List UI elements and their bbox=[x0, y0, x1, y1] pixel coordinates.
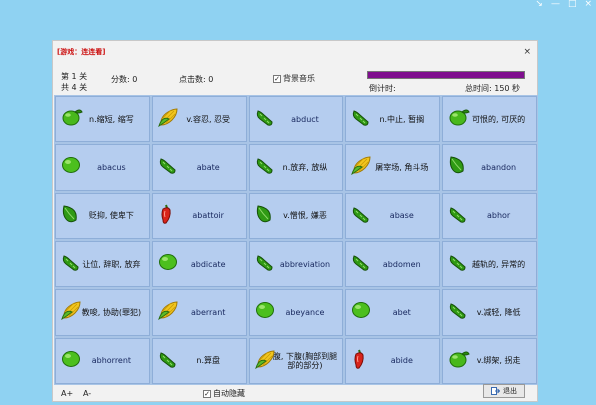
current-level: 第 1 关 bbox=[61, 72, 88, 81]
auto-hide-checkbox[interactable]: ✓ bbox=[203, 389, 211, 398]
board-tile[interactable]: 贬抑, 使卑下 bbox=[55, 192, 150, 239]
pepper-icon bbox=[158, 203, 174, 229]
board-tile[interactable]: abhor bbox=[442, 192, 537, 239]
bottom-bar: A+ A- ✓ 自动隐藏 退出 bbox=[53, 384, 537, 403]
board-tile[interactable]: 腹, 下腹(胸部到腿部的部分) bbox=[248, 337, 344, 384]
board-tile[interactable]: abacus bbox=[55, 144, 150, 191]
close-icon[interactable]: × bbox=[523, 47, 531, 57]
lime-leaf-icon bbox=[61, 108, 83, 130]
board-tile[interactable]: abet bbox=[345, 289, 441, 336]
corn-icon bbox=[157, 107, 180, 131]
board-tile[interactable]: n.缩短, 缩写 bbox=[55, 96, 150, 143]
lime-leaf-icon bbox=[448, 350, 470, 372]
background-music-toggle[interactable]: ✓ 背景音乐 bbox=[273, 73, 315, 84]
cucumber-icon bbox=[448, 300, 468, 324]
corn-icon bbox=[254, 349, 277, 373]
board-tile[interactable]: abhorrent bbox=[55, 337, 150, 384]
board-tile[interactable]: v.绑架, 拐走 bbox=[442, 337, 537, 384]
cucumber-icon bbox=[351, 252, 371, 276]
lime-icon bbox=[61, 350, 81, 372]
corn-icon bbox=[157, 300, 180, 324]
font-decrease-button[interactable]: A- bbox=[83, 389, 91, 398]
host-resize-icon[interactable]: ↘ bbox=[535, 0, 543, 10]
score-label: 分数: 0 bbox=[111, 75, 138, 84]
board-tile[interactable]: v.容忍, 忍受 bbox=[151, 96, 247, 143]
click-count-label: 点击数: 0 bbox=[179, 75, 214, 84]
board-tile[interactable]: abeyance bbox=[248, 289, 344, 336]
font-increase-button[interactable]: A+ bbox=[61, 389, 73, 398]
leaf-icon bbox=[61, 204, 79, 228]
host-maximize-icon[interactable]: □ bbox=[568, 0, 577, 10]
cucumber-icon bbox=[351, 204, 371, 228]
music-label: 背景音乐 bbox=[283, 74, 315, 83]
board-tile[interactable]: abide bbox=[345, 337, 441, 384]
host-window-controls: ↘ — □ × bbox=[535, 0, 592, 10]
board-tile[interactable]: abdicate bbox=[151, 240, 247, 288]
cucumber-icon bbox=[255, 107, 275, 131]
board-tile[interactable]: abandon bbox=[442, 144, 537, 191]
host-close-icon[interactable]: × bbox=[584, 0, 592, 10]
cucumber-icon bbox=[255, 155, 275, 179]
cucumber-icon bbox=[448, 252, 468, 276]
board-tile[interactable]: aberrant bbox=[151, 289, 247, 336]
music-checkbox[interactable]: ✓ bbox=[273, 74, 281, 83]
board-tile[interactable]: 屠宰场, 角斗场 bbox=[345, 144, 441, 191]
exit-button[interactable]: 退出 bbox=[483, 384, 525, 398]
cucumber-icon bbox=[351, 107, 371, 131]
lime-icon bbox=[61, 156, 81, 178]
board-tile[interactable]: abate bbox=[151, 144, 247, 191]
game-board: n.缩短, 缩写 v.容忍, 忍受 abduct n.中止, 暂搁 可恨的, 可厌的 ab… bbox=[54, 95, 538, 385]
board-tile[interactable]: v.憎恨, 嫌恶 bbox=[248, 192, 344, 239]
window-title: [游戏：连连看] bbox=[57, 48, 106, 56]
lime-icon bbox=[255, 301, 275, 323]
board-tile[interactable]: abattoir bbox=[151, 192, 247, 239]
board-tile[interactable]: n.中止, 暂搁 bbox=[345, 96, 441, 143]
cucumber-icon bbox=[448, 204, 468, 228]
cucumber-icon bbox=[61, 252, 81, 276]
time-progress-bar bbox=[367, 71, 525, 79]
total-levels: 共 4 关 bbox=[61, 83, 88, 92]
game-window: [游戏：连连看] × 第 1 关 共 4 关 分数: 0 点击数: 0 ✓ 背景… bbox=[52, 40, 538, 402]
pepper-icon bbox=[351, 348, 367, 374]
host-minimize-icon[interactable]: — bbox=[551, 0, 560, 10]
board-tile[interactable]: 可恨的, 可厌的 bbox=[442, 96, 537, 143]
info-bar: 第 1 关 共 4 关 分数: 0 点击数: 0 ✓ 背景音乐 倒计时: 总时间… bbox=[53, 67, 537, 93]
board-tile[interactable]: 让位, 辞职, 放弃 bbox=[55, 240, 150, 288]
title-bar: [游戏：连连看] × bbox=[53, 41, 537, 63]
exit-icon bbox=[491, 387, 500, 395]
board-tile[interactable]: abduct bbox=[248, 96, 344, 143]
board-tile[interactable]: abase bbox=[345, 192, 441, 239]
lime-leaf-icon bbox=[448, 108, 470, 130]
corn-icon bbox=[351, 155, 373, 179]
board-tile[interactable]: abbreviation bbox=[248, 240, 344, 288]
exit-label: 退出 bbox=[503, 387, 517, 395]
board-tile[interactable]: n.放弃, 放纵 bbox=[248, 144, 344, 191]
auto-hide-label: 自动隐藏 bbox=[213, 389, 245, 398]
lime-icon bbox=[351, 301, 371, 323]
lime-icon bbox=[158, 253, 178, 275]
leaf-icon bbox=[255, 204, 273, 228]
cucumber-icon bbox=[158, 155, 178, 179]
board-tile[interactable]: n.算盘 bbox=[151, 337, 247, 384]
board-tile[interactable]: 教唆, 协助(罪犯) bbox=[55, 289, 150, 336]
corn-icon bbox=[61, 300, 83, 324]
total-time-label: 总时间: 150 秒 bbox=[465, 84, 521, 93]
auto-hide-toggle[interactable]: ✓ 自动隐藏 bbox=[203, 388, 245, 399]
board-tile[interactable]: abdomen bbox=[345, 240, 441, 288]
countdown-label: 倒计时: bbox=[369, 84, 396, 93]
cucumber-icon bbox=[158, 349, 178, 373]
leaf-icon bbox=[448, 155, 466, 179]
board-tile[interactable]: v.减轻, 降低 bbox=[442, 289, 537, 336]
board-tile[interactable]: 越轨的, 异常的 bbox=[442, 240, 537, 288]
time-progress-fill bbox=[368, 72, 524, 78]
cucumber-icon bbox=[255, 252, 275, 276]
